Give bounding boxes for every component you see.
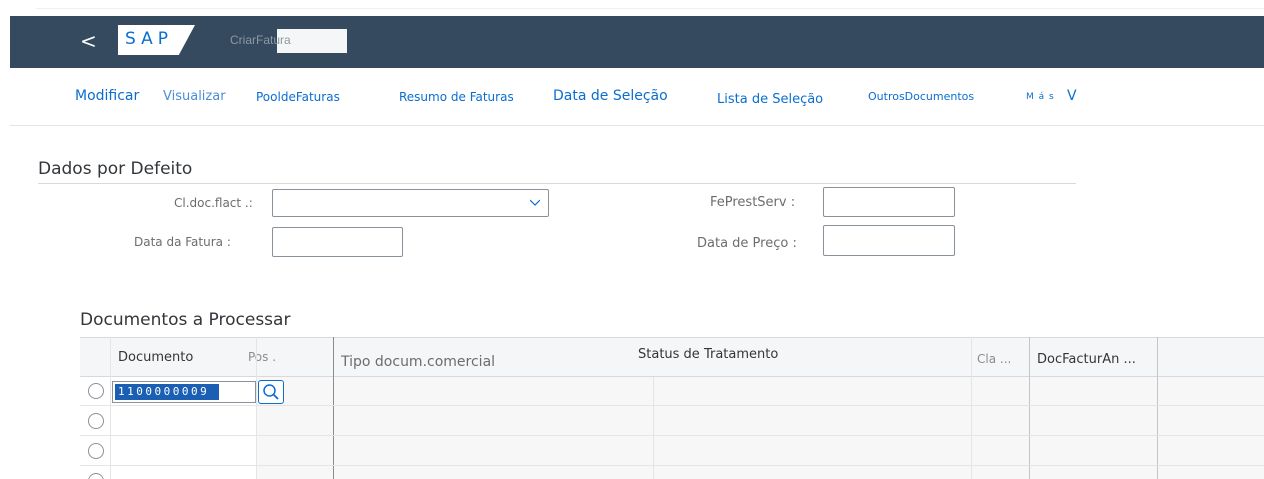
page: < SAP CriarFatura Modificar Visualizar P…	[0, 0, 1264, 479]
column-header-document[interactable]: Documento	[118, 350, 193, 365]
modify-button[interactable]: Modificar	[75, 88, 139, 104]
column-header-item[interactable]: Pos .	[248, 350, 276, 364]
table-row[interactable]	[80, 467, 1264, 479]
display-button[interactable]: Visualizar	[163, 89, 226, 104]
value-help-button[interactable]	[258, 380, 284, 404]
invoice-pool-button[interactable]: PooldeFaturas	[256, 90, 340, 104]
service-date-label: FePrestServ :	[710, 195, 796, 210]
table-row[interactable]	[80, 407, 1264, 436]
app-title-box: CriarFatura	[225, 29, 347, 53]
doc-class-label: Cl.doc.flact .:	[174, 196, 253, 210]
selection-list-button[interactable]: Lista de Seleção	[717, 92, 823, 107]
top-strip	[0, 0, 1264, 16]
table-header: Documento Pos . Tipo docum.comercial Sta…	[80, 337, 1264, 377]
back-button[interactable]: <	[80, 31, 97, 51]
column-header-doc-type[interactable]: Tipo docum.comercial	[341, 354, 495, 370]
price-date-label: Data de Preço :	[697, 236, 797, 251]
shell-header: < SAP CriarFatura	[10, 16, 1264, 68]
document-input-value: 1100000009	[115, 384, 219, 400]
toolbar-divider	[10, 125, 1264, 126]
documents-table: Documento Pos . Tipo docum.comercial Sta…	[80, 337, 1264, 479]
sap-logo: SAP	[118, 25, 195, 55]
other-documents-button[interactable]: OutrosDocumentos	[868, 90, 974, 103]
documents-section-title: Documentos a Processar	[80, 310, 291, 330]
more-button[interactable]: M á s	[1026, 92, 1055, 102]
document-input[interactable]: 1100000009	[112, 381, 256, 403]
defaults-section-divider	[38, 183, 1076, 184]
invoice-summary-button[interactable]: Resumo de Faturas	[399, 90, 514, 104]
sap-logo-text: SAP	[125, 29, 173, 49]
toolbar: Modificar Visualizar PooldeFaturas Resum…	[0, 68, 1264, 126]
row-select-radio[interactable]	[88, 413, 104, 429]
table-row[interactable]	[80, 437, 1264, 466]
defaults-section-title: Dados por Defeito	[38, 159, 193, 179]
doc-class-select[interactable]	[272, 189, 549, 217]
row-select-radio[interactable]	[88, 383, 104, 399]
row-select-radio[interactable]	[88, 443, 104, 459]
price-date-field[interactable]	[823, 225, 955, 256]
selection-date-button[interactable]: Data de Seleção	[553, 88, 668, 104]
invoice-date-label: Data da Fatura :	[134, 235, 231, 249]
row-select-radio[interactable]	[88, 473, 104, 479]
chevron-down-icon	[530, 199, 540, 206]
app-title: CriarFatura	[230, 33, 291, 47]
search-icon	[263, 384, 279, 400]
column-header-class[interactable]: Cla ...	[977, 352, 1011, 366]
service-date-field[interactable]	[823, 187, 955, 217]
invoice-date-field[interactable]	[272, 227, 403, 257]
more-chevron-icon[interactable]: V	[1067, 88, 1077, 104]
column-header-processing-status[interactable]: Status de Tratamento	[638, 347, 778, 362]
column-header-prev-invoice-doc[interactable]: DocFacturAn ...	[1037, 352, 1136, 367]
